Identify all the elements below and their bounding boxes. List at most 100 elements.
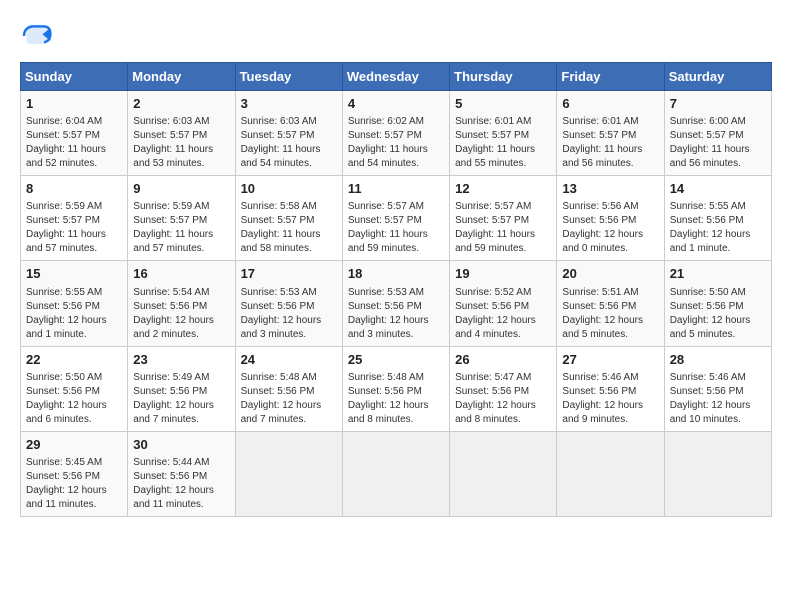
day-number: 11	[348, 180, 444, 198]
day-cell: 8 Sunrise: 5:59 AMSunset: 5:57 PMDaylight…	[21, 176, 128, 261]
week-row-3: 15Sunrise: 5:55 AMSunset: 5:56 PMDayligh…	[21, 261, 772, 346]
day-number: 13	[562, 180, 658, 198]
day-info: Sunrise: 5:52 AMSunset: 5:56 PMDaylight:…	[455, 287, 536, 340]
day-info: Sunrise: 5:46 AMSunset: 5:56 PMDaylight:…	[670, 372, 751, 425]
day-number: 8	[26, 180, 122, 198]
day-info: Sunrise: 5:45 AMSunset: 5:56 PMDaylight:…	[26, 457, 107, 510]
logo	[20, 20, 56, 52]
day-number: 24	[241, 351, 337, 369]
day-number: 26	[455, 351, 551, 369]
day-cell: 13 Sunrise: 5:56 AMSunset: 5:56 PMDayligh…	[557, 176, 664, 261]
day-number: 15	[26, 265, 122, 283]
day-cell: 28 Sunrise: 5:46 AMSunset: 5:56 PMDayligh…	[664, 346, 771, 431]
day-number: 30	[133, 436, 229, 454]
day-number: 20	[562, 265, 658, 283]
week-row-2: 8 Sunrise: 5:59 AMSunset: 5:57 PMDaylight…	[21, 176, 772, 261]
header-cell-thursday: Thursday	[450, 63, 557, 91]
day-number: 5	[455, 95, 551, 113]
day-number: 10	[241, 180, 337, 198]
day-cell: 4 Sunrise: 6:02 AMSunset: 5:57 PMDaylight…	[342, 91, 449, 176]
day-info: Sunrise: 5:48 AMSunset: 5:56 PMDaylight:…	[241, 372, 322, 425]
day-info: Sunrise: 5:55 AMSunset: 5:56 PMDaylight:…	[670, 201, 751, 254]
day-number: 27	[562, 351, 658, 369]
day-cell: 10 Sunrise: 5:58 AMSunset: 5:57 PMDayligh…	[235, 176, 342, 261]
day-cell: 7 Sunrise: 6:00 AMSunset: 5:57 PMDaylight…	[664, 91, 771, 176]
day-cell: 16 Sunrise: 5:54 AMSunset: 5:56 PMDayligh…	[128, 261, 235, 346]
day-number: 3	[241, 95, 337, 113]
day-info: Sunrise: 5:46 AMSunset: 5:56 PMDaylight:…	[562, 372, 643, 425]
day-info: Sunrise: 5:56 AMSunset: 5:56 PMDaylight:…	[562, 201, 643, 254]
day-info: Sunrise: 6:04 AMSunset: 5:57 PMDaylight:…	[26, 116, 106, 169]
day-cell: 26 Sunrise: 5:47 AMSunset: 5:56 PMDayligh…	[450, 346, 557, 431]
day-info: Sunrise: 5:49 AMSunset: 5:56 PMDaylight:…	[133, 372, 214, 425]
day-cell: 11 Sunrise: 5:57 AMSunset: 5:57 PMDayligh…	[342, 176, 449, 261]
day-cell: 20 Sunrise: 5:51 AMSunset: 5:56 PMDayligh…	[557, 261, 664, 346]
calendar-table: SundayMondayTuesdayWednesdayThursdayFrid…	[20, 62, 772, 517]
day-cell: 5 Sunrise: 6:01 AMSunset: 5:57 PMDaylight…	[450, 91, 557, 176]
header-row: SundayMondayTuesdayWednesdayThursdayFrid…	[21, 63, 772, 91]
day-number: 23	[133, 351, 229, 369]
day-cell: 27 Sunrise: 5:46 AMSunset: 5:56 PMDayligh…	[557, 346, 664, 431]
day-info: Sunrise: 5:58 AMSunset: 5:57 PMDaylight:…	[241, 201, 321, 254]
day-cell: 18Sunrise: 5:53 AMSunset: 5:56 PMDayligh…	[342, 261, 449, 346]
day-cell	[235, 431, 342, 516]
day-info: Sunrise: 6:02 AMSunset: 5:57 PMDaylight:…	[348, 116, 428, 169]
page-header	[20, 20, 772, 52]
logo-icon	[20, 20, 52, 52]
day-cell: 29 Sunrise: 5:45 AMSunset: 5:56 PMDayligh…	[21, 431, 128, 516]
day-number: 14	[670, 180, 766, 198]
day-cell: 1 Sunrise: 6:04 AMSunset: 5:57 PMDaylight…	[21, 91, 128, 176]
day-number: 12	[455, 180, 551, 198]
header-cell-monday: Monday	[128, 63, 235, 91]
day-number: 16	[133, 265, 229, 283]
day-number: 28	[670, 351, 766, 369]
day-info: Sunrise: 5:44 AMSunset: 5:56 PMDaylight:…	[133, 457, 214, 510]
day-info: Sunrise: 5:51 AMSunset: 5:56 PMDaylight:…	[562, 287, 643, 340]
day-number: 6	[562, 95, 658, 113]
day-info: Sunrise: 5:57 AMSunset: 5:57 PMDaylight:…	[455, 201, 535, 254]
day-number: 4	[348, 95, 444, 113]
header-cell-sunday: Sunday	[21, 63, 128, 91]
day-cell: 30 Sunrise: 5:44 AMSunset: 5:56 PMDayligh…	[128, 431, 235, 516]
day-info: Sunrise: 5:48 AMSunset: 5:56 PMDaylight:…	[348, 372, 429, 425]
day-number: 2	[133, 95, 229, 113]
day-number: 18	[348, 265, 444, 283]
day-cell	[557, 431, 664, 516]
day-cell: 6 Sunrise: 6:01 AMSunset: 5:57 PMDaylight…	[557, 91, 664, 176]
day-cell	[664, 431, 771, 516]
day-cell	[342, 431, 449, 516]
day-number: 17	[241, 265, 337, 283]
day-info: Sunrise: 5:47 AMSunset: 5:56 PMDaylight:…	[455, 372, 536, 425]
day-number: 29	[26, 436, 122, 454]
day-info: Sunrise: 5:54 AMSunset: 5:56 PMDaylight:…	[133, 287, 214, 340]
day-info: Sunrise: 5:57 AMSunset: 5:57 PMDaylight:…	[348, 201, 428, 254]
day-cell: 23 Sunrise: 5:49 AMSunset: 5:56 PMDayligh…	[128, 346, 235, 431]
day-info: Sunrise: 6:01 AMSunset: 5:57 PMDaylight:…	[562, 116, 642, 169]
day-cell: 15Sunrise: 5:55 AMSunset: 5:56 PMDayligh…	[21, 261, 128, 346]
day-number: 19	[455, 265, 551, 283]
day-cell: 24 Sunrise: 5:48 AMSunset: 5:56 PMDayligh…	[235, 346, 342, 431]
day-number: 1	[26, 95, 122, 113]
day-cell: 25 Sunrise: 5:48 AMSunset: 5:56 PMDayligh…	[342, 346, 449, 431]
day-number: 25	[348, 351, 444, 369]
day-cell: 3 Sunrise: 6:03 AMSunset: 5:57 PMDaylight…	[235, 91, 342, 176]
day-cell: 19 Sunrise: 5:52 AMSunset: 5:56 PMDayligh…	[450, 261, 557, 346]
day-number: 9	[133, 180, 229, 198]
day-number: 21	[670, 265, 766, 283]
header-cell-tuesday: Tuesday	[235, 63, 342, 91]
day-info: Sunrise: 5:59 AMSunset: 5:57 PMDaylight:…	[133, 201, 213, 254]
day-cell: 2 Sunrise: 6:03 AMSunset: 5:57 PMDaylight…	[128, 91, 235, 176]
header-cell-friday: Friday	[557, 63, 664, 91]
day-cell: 14 Sunrise: 5:55 AMSunset: 5:56 PMDayligh…	[664, 176, 771, 261]
day-info: Sunrise: 5:59 AMSunset: 5:57 PMDaylight:…	[26, 201, 106, 254]
week-row-1: 1 Sunrise: 6:04 AMSunset: 5:57 PMDaylight…	[21, 91, 772, 176]
day-number: 7	[670, 95, 766, 113]
day-info: Sunrise: 6:03 AMSunset: 5:57 PMDaylight:…	[241, 116, 321, 169]
week-row-4: 22Sunrise: 5:50 AMSunset: 5:56 PMDayligh…	[21, 346, 772, 431]
day-info: Sunrise: 6:01 AMSunset: 5:57 PMDaylight:…	[455, 116, 535, 169]
day-cell: 17Sunrise: 5:53 AMSunset: 5:56 PMDayligh…	[235, 261, 342, 346]
day-info: Sunrise: 6:03 AMSunset: 5:57 PMDaylight:…	[133, 116, 213, 169]
week-row-5: 29 Sunrise: 5:45 AMSunset: 5:56 PMDayligh…	[21, 431, 772, 516]
header-cell-saturday: Saturday	[664, 63, 771, 91]
day-info: Sunrise: 6:00 AMSunset: 5:57 PMDaylight:…	[670, 116, 750, 169]
